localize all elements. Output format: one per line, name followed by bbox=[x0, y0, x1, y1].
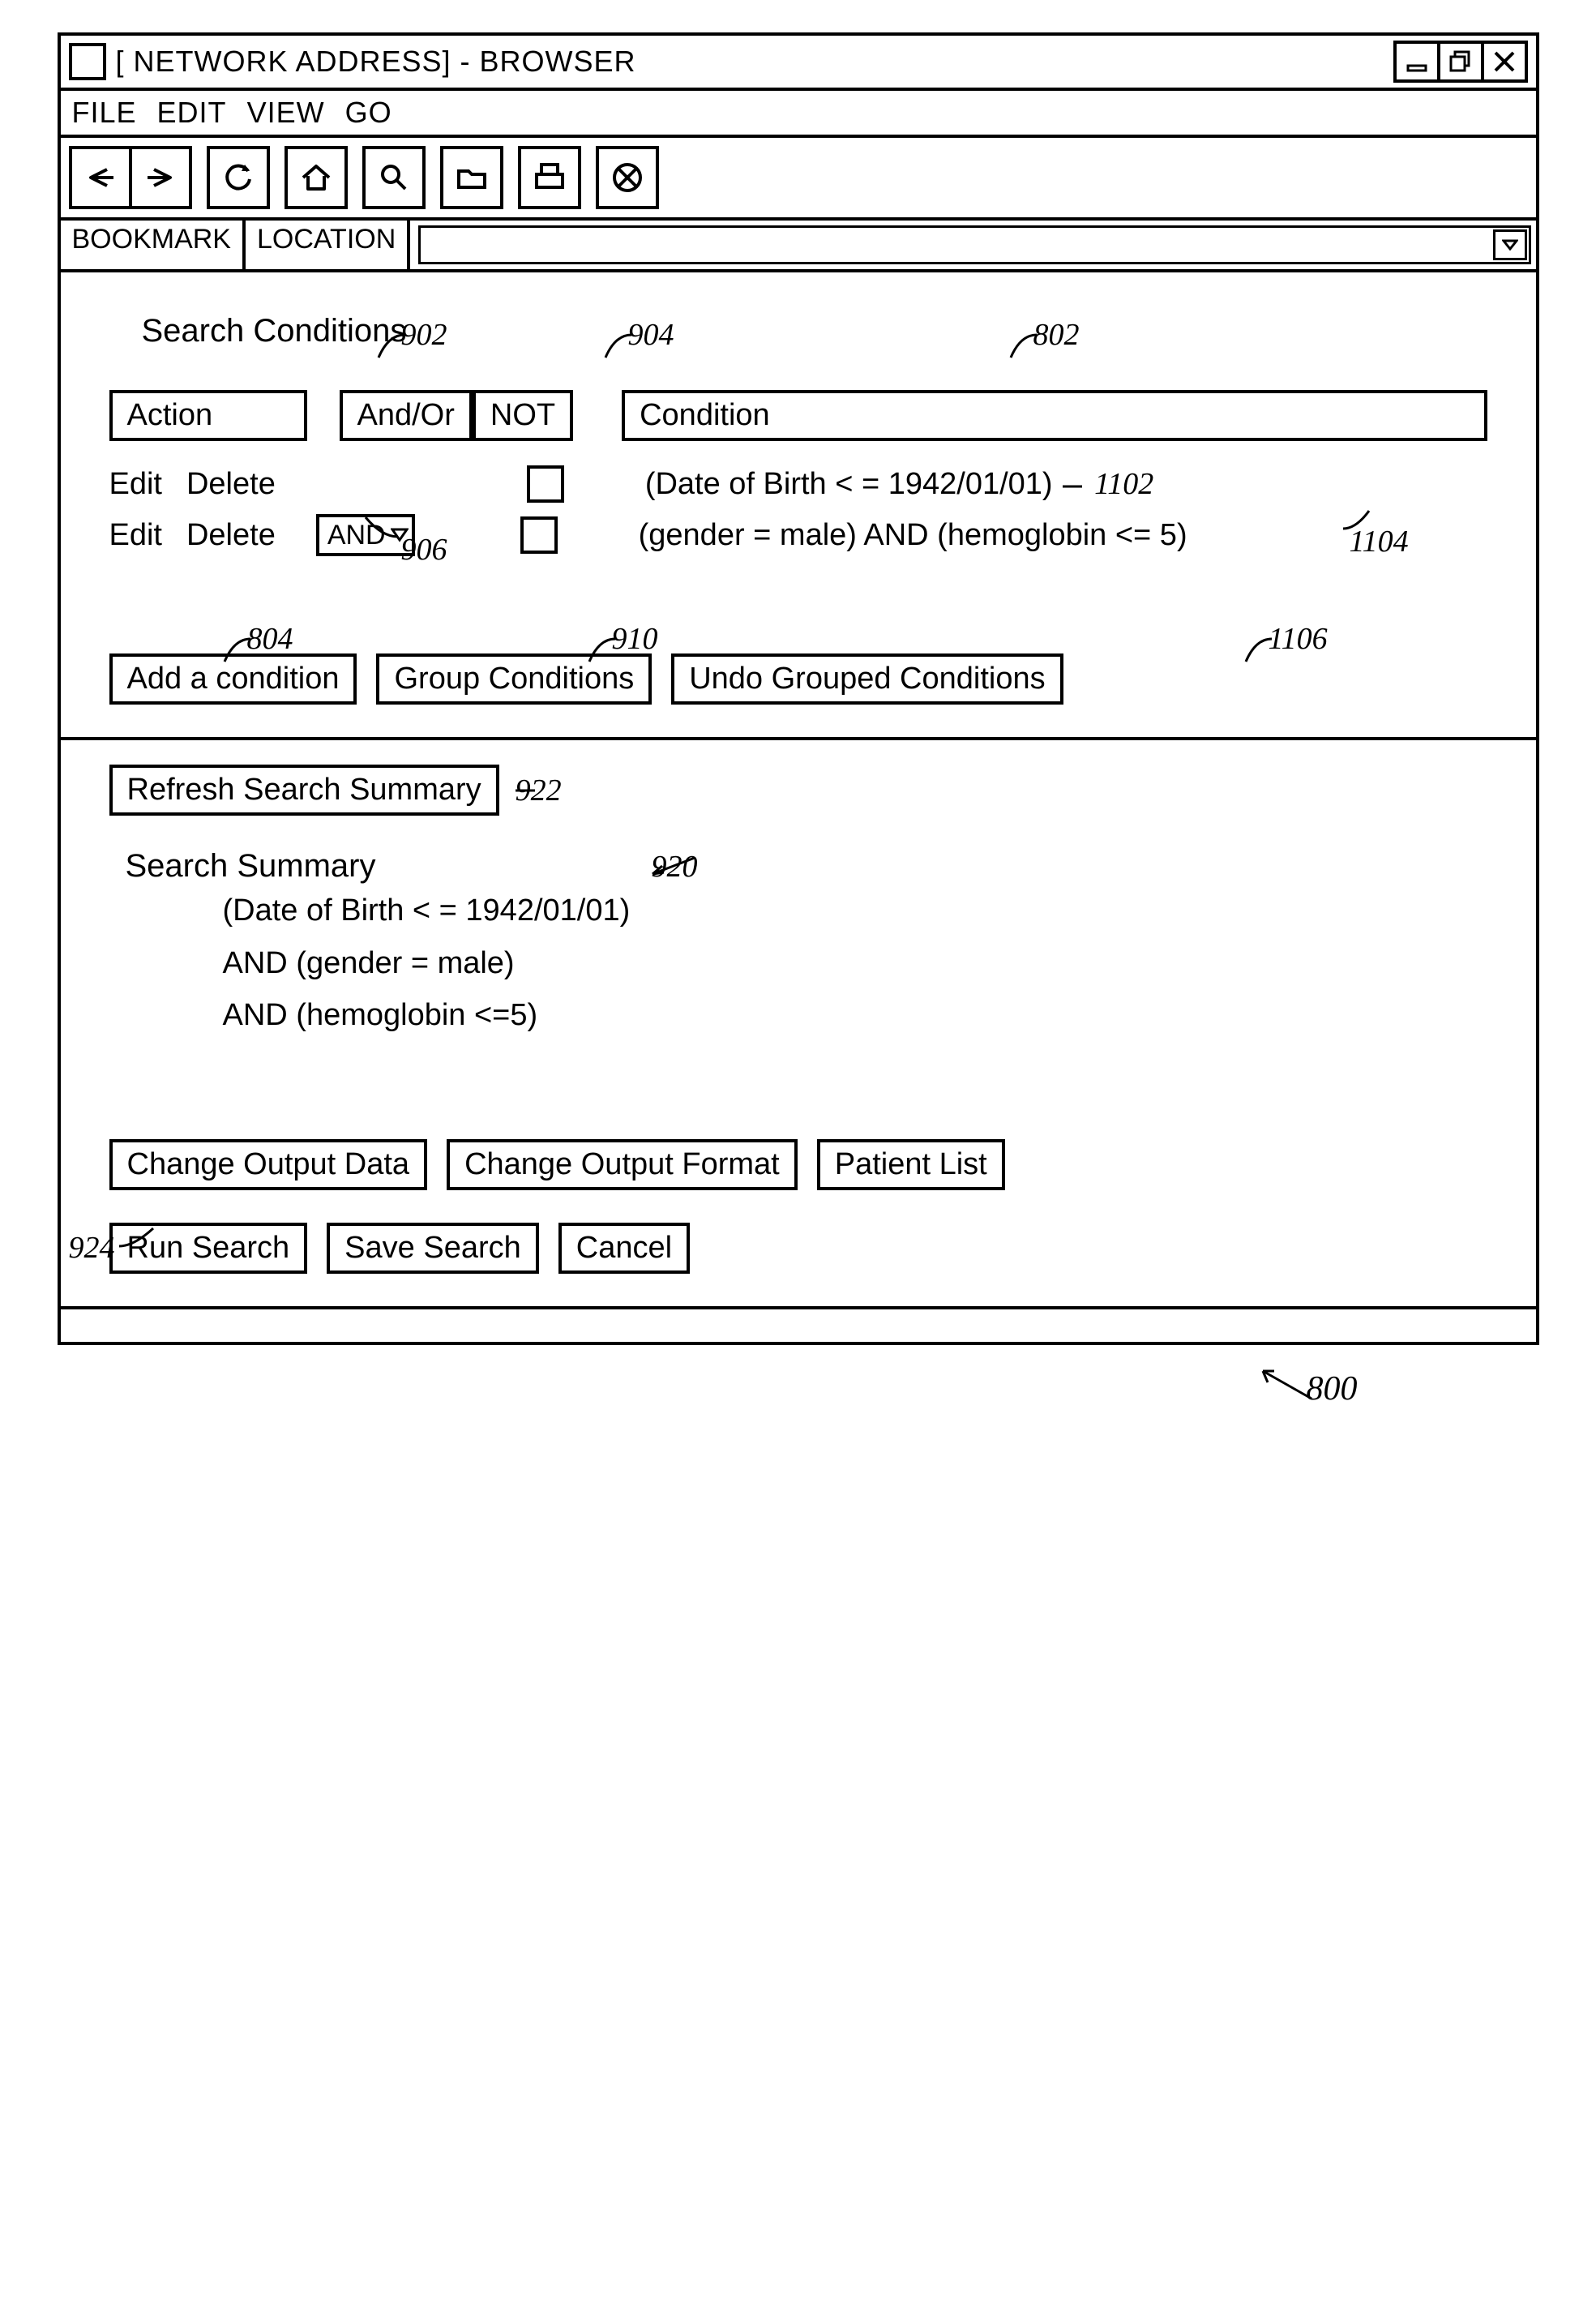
condition-text: (Date of Birth < = 1942/01/01) bbox=[645, 467, 1053, 502]
header-action: Action bbox=[109, 390, 307, 441]
location-input[interactable] bbox=[418, 225, 1530, 264]
menu-go[interactable]: GO bbox=[345, 96, 392, 129]
callout-910: 910 bbox=[612, 621, 658, 657]
location-label: LOCATION bbox=[242, 217, 410, 272]
callout-804: 804 bbox=[247, 621, 293, 657]
home-button[interactable] bbox=[285, 146, 348, 209]
not-checkbox[interactable] bbox=[520, 516, 558, 554]
minimize-button[interactable] bbox=[1393, 41, 1440, 83]
edit-link[interactable]: Edit bbox=[109, 518, 162, 553]
bookmark-button[interactable]: BOOKMARK bbox=[58, 217, 246, 272]
forward-button[interactable] bbox=[129, 146, 192, 209]
change-output-data-button[interactable]: Change Output Data bbox=[109, 1139, 428, 1190]
titlebar: [ NETWORK ADDRESS] - BROWSER bbox=[61, 36, 1536, 91]
delete-link[interactable]: Delete bbox=[186, 518, 276, 553]
search-conditions-heading: Search Conditions bbox=[142, 313, 1487, 349]
header-not: NOT bbox=[473, 390, 573, 441]
window-controls bbox=[1397, 41, 1528, 83]
callout-922: 922 bbox=[516, 773, 562, 808]
location-bar: BOOKMARK LOCATION bbox=[61, 221, 1536, 272]
stop-button[interactable] bbox=[596, 146, 659, 209]
page-content: Search Conditions 902 904 802 Action And… bbox=[61, 272, 1536, 1306]
condition-row: Edit Delete (Date of Birth < = 1942/01/0… bbox=[109, 465, 1487, 503]
output-buttons: Change Output Data Change Output Format … bbox=[109, 1139, 1487, 1190]
condition-text: (gender = male) AND (hemoglobin <= 5) bbox=[639, 518, 1187, 553]
callout-906: 906 bbox=[361, 532, 447, 568]
browser-window: [ NETWORK ADDRESS] - BROWSER FILE EDIT V… bbox=[58, 32, 1539, 1345]
back-button[interactable] bbox=[69, 146, 132, 209]
delete-link[interactable]: Delete bbox=[186, 467, 276, 502]
search-summary-heading: Search Summary bbox=[126, 848, 376, 885]
condition-row: Edit Delete AND (gender = male) AND (hem… bbox=[109, 514, 1487, 556]
print-button[interactable] bbox=[518, 146, 581, 209]
close-button[interactable] bbox=[1481, 41, 1528, 83]
statusbar bbox=[61, 1306, 1536, 1342]
maximize-button[interactable] bbox=[1437, 41, 1484, 83]
change-output-format-button[interactable]: Change Output Format bbox=[447, 1139, 798, 1190]
search-icon[interactable] bbox=[362, 146, 426, 209]
cancel-button[interactable]: Cancel bbox=[558, 1223, 690, 1274]
callout-904: 904 bbox=[628, 317, 674, 353]
toolbar bbox=[61, 138, 1536, 221]
menubar: FILE EDIT VIEW GO bbox=[61, 91, 1536, 138]
not-checkbox[interactable] bbox=[527, 465, 564, 503]
patient-list-button[interactable]: Patient List bbox=[817, 1139, 1005, 1190]
location-dropdown-icon[interactable] bbox=[1493, 229, 1527, 260]
header-andor: And/Or bbox=[340, 390, 473, 441]
save-search-button[interactable]: Save Search bbox=[327, 1223, 539, 1274]
callout-902: 902 bbox=[401, 317, 447, 353]
callout-924: 924 bbox=[69, 1230, 115, 1266]
edit-link[interactable]: Edit bbox=[109, 467, 162, 502]
menu-edit[interactable]: EDIT bbox=[157, 96, 227, 129]
window-title: [ NETWORK ADDRESS] - BROWSER bbox=[116, 45, 1387, 79]
refresh-summary-button[interactable]: Refresh Search Summary bbox=[109, 765, 499, 816]
undo-grouped-button[interactable]: Undo Grouped Conditions bbox=[671, 653, 1063, 705]
callout-1104: 1104 bbox=[1350, 524, 1409, 559]
callout-920: 920 bbox=[651, 849, 697, 885]
reload-button[interactable] bbox=[207, 146, 270, 209]
menu-file[interactable]: FILE bbox=[72, 96, 137, 129]
divider bbox=[61, 737, 1536, 740]
action-buttons: Run Search Save Search Cancel bbox=[109, 1223, 1487, 1274]
search-summary-text: (Date of Birth < = 1942/01/01) AND (gend… bbox=[223, 885, 1487, 1042]
menu-view[interactable]: VIEW bbox=[247, 96, 325, 129]
callout-802: 802 bbox=[1033, 317, 1080, 353]
condition-headers: Action And/Or NOT Condition bbox=[109, 390, 1487, 441]
header-condition: Condition bbox=[622, 390, 1487, 441]
app-icon bbox=[69, 43, 106, 80]
callout-1106: 1106 bbox=[1269, 621, 1328, 657]
folder-button[interactable] bbox=[440, 146, 503, 209]
callout-1102: 1102 bbox=[1063, 466, 1154, 502]
condition-buttons: Add a condition Group Conditions Undo Gr… bbox=[109, 653, 1487, 705]
